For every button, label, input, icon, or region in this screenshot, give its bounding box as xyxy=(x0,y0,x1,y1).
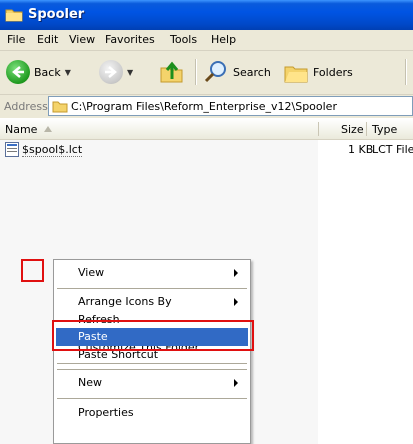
file-name[interactable]: $spool$.lct xyxy=(22,143,83,157)
menu-separator xyxy=(57,398,247,399)
menu-edit[interactable]: Edit xyxy=(37,33,58,46)
column-divider xyxy=(318,122,319,136)
folders-button[interactable]: Folders xyxy=(283,59,353,85)
menu-file[interactable]: File xyxy=(7,33,25,46)
search-button[interactable]: Search xyxy=(203,59,271,85)
search-label: Search xyxy=(233,65,271,79)
folders-label: Folders xyxy=(313,65,353,79)
menu-bar: File Edit View Favorites Tools Help xyxy=(0,30,413,51)
up-folder-icon xyxy=(160,61,183,83)
folder-icon xyxy=(5,9,23,22)
address-label: Address xyxy=(4,100,48,113)
toolbar: Back ▼ ▼ Search Folders xyxy=(0,51,413,95)
menu-help[interactable]: Help xyxy=(211,33,236,46)
menu-item-label: View xyxy=(78,266,105,279)
column-header: Name Size Type xyxy=(0,119,413,140)
menu-item-properties[interactable]: Properties xyxy=(56,404,248,422)
column-type[interactable]: Type xyxy=(372,123,397,136)
back-button[interactable]: Back ▼ xyxy=(6,59,71,85)
folder-icon xyxy=(52,101,68,113)
toolbar-separator xyxy=(405,59,407,85)
menu-separator xyxy=(57,369,247,370)
back-label: Back xyxy=(34,65,61,79)
file-icon xyxy=(5,142,19,157)
list-item[interactable]: $spool$.lct 1 KB LCT File xyxy=(0,142,413,158)
back-dropdown-icon[interactable]: ▼ xyxy=(65,68,71,77)
column-size[interactable]: Size xyxy=(341,123,364,136)
search-icon xyxy=(204,61,226,83)
column-divider xyxy=(366,122,367,136)
paste-highlight-marker xyxy=(52,320,254,351)
file-size: 1 KB xyxy=(348,143,374,156)
click-marker xyxy=(21,259,44,282)
forward-button[interactable]: ▼ xyxy=(99,59,133,85)
address-field[interactable]: C:\Program Files\Reform_Enterprise_v12\S… xyxy=(48,96,413,116)
sort-ascending-icon xyxy=(44,126,52,132)
menu-item-label: Arrange Icons By xyxy=(78,295,172,308)
forward-dropdown-icon[interactable]: ▼ xyxy=(127,68,133,77)
submenu-arrow-icon xyxy=(234,379,238,387)
menu-item-arrange-icons[interactable]: Arrange Icons By xyxy=(56,293,248,311)
forward-arrow-icon xyxy=(99,60,123,84)
submenu-arrow-icon xyxy=(234,298,238,306)
submenu-arrow-icon xyxy=(234,269,238,277)
menu-view[interactable]: View xyxy=(69,33,95,46)
address-path: C:\Program Files\Reform_Enterprise_v12\S… xyxy=(71,100,337,113)
up-folder-button[interactable] xyxy=(159,59,185,85)
menu-item-new[interactable]: New xyxy=(56,374,248,392)
folders-icon xyxy=(284,66,308,83)
menu-item-label: Properties xyxy=(78,406,134,419)
menu-separator xyxy=(57,288,247,289)
title-bar[interactable]: Spooler xyxy=(0,0,413,30)
toolbar-separator xyxy=(195,59,197,85)
menu-item-label: New xyxy=(78,376,102,389)
back-arrow-icon xyxy=(6,60,30,84)
address-bar: Address C:\Program Files\Reform_Enterpri… xyxy=(0,95,413,118)
file-type: LCT File xyxy=(372,143,413,156)
menu-tools[interactable]: Tools xyxy=(170,33,197,46)
column-name[interactable]: Name xyxy=(5,123,37,136)
menu-item-view[interactable]: View xyxy=(56,264,248,282)
window-title: Spooler xyxy=(28,7,85,22)
menu-favorites[interactable]: Favorites xyxy=(105,33,155,46)
